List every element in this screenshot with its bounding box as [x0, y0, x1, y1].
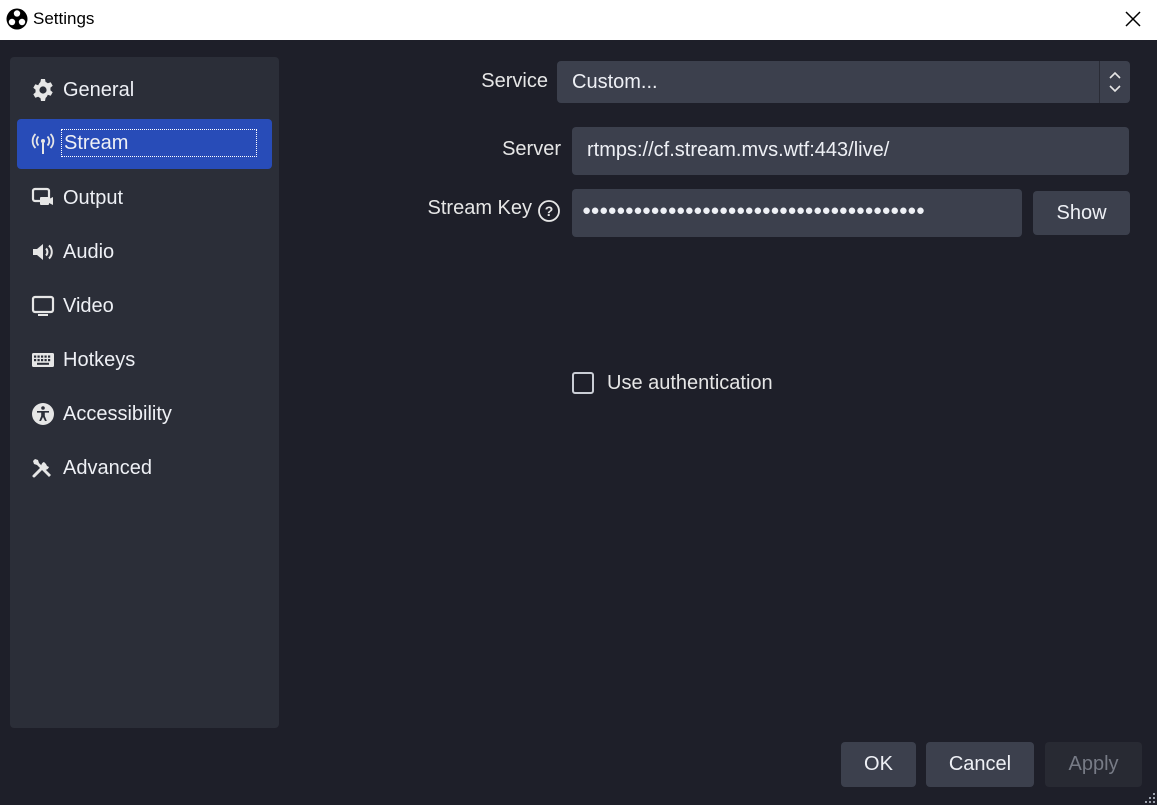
- sidebar-item-accessibility[interactable]: Accessibility: [17, 389, 272, 439]
- stream-key-label: Stream Key: [427, 197, 532, 219]
- sidebar-item-general[interactable]: General: [17, 65, 272, 115]
- server-value: rtmps://cf.stream.mvs.wtf:443/live/: [587, 139, 890, 161]
- service-value: Custom...: [572, 71, 658, 93]
- sidebar-item-label: General: [63, 79, 135, 101]
- close-icon[interactable]: [1119, 6, 1147, 32]
- title-bar: Settings: [0, 0, 1157, 40]
- server-input[interactable]: rtmps://cf.stream.mvs.wtf:443/live/: [572, 127, 1129, 175]
- sidebar-item-label: Video: [63, 295, 114, 317]
- sidebar-item-label: Advanced: [63, 457, 152, 479]
- sidebar-item-output[interactable]: Output: [17, 173, 272, 223]
- sidebar-item-label: Stream: [61, 129, 257, 157]
- gear-icon: [33, 79, 53, 101]
- service-label: Service: [481, 70, 548, 92]
- use-authentication-checkbox[interactable]: [572, 372, 594, 394]
- cancel-button[interactable]: Cancel: [926, 742, 1034, 787]
- monitor-icon: [31, 295, 55, 316]
- sidebar-item-label: Accessibility: [63, 403, 172, 425]
- stream-key-input[interactable]: ●●●●●●●●●●●●●●●●●●●●●●●●●●●●●●●●●●●●●●●●: [572, 189, 1022, 237]
- help-question-icon[interactable]: ?: [537, 199, 561, 223]
- updown-arrows-icon[interactable]: [1099, 61, 1130, 103]
- sidebar-item-label: Hotkeys: [63, 349, 136, 371]
- obs-logo-icon: [6, 8, 28, 30]
- window-title: Settings: [33, 9, 95, 28]
- broadcast-antenna-icon: [31, 133, 55, 154]
- apply-button[interactable]: Apply: [1045, 742, 1142, 787]
- output-monitor-camera-icon: [31, 187, 53, 205]
- sidebar-item-hotkeys[interactable]: Hotkeys: [17, 335, 272, 385]
- svg-text:?: ?: [545, 203, 554, 219]
- sidebar-item-label: Output: [63, 187, 124, 209]
- service-select[interactable]: Custom...: [557, 61, 1130, 103]
- tools-icon: [32, 459, 51, 478]
- ok-button[interactable]: OK: [841, 742, 916, 787]
- show-key-button[interactable]: Show: [1033, 191, 1130, 235]
- accessibility-icon: [32, 403, 54, 425]
- sidebar-item-advanced[interactable]: Advanced: [17, 443, 272, 493]
- speaker-icon: [33, 244, 53, 260]
- sidebar-item-label: Audio: [63, 241, 115, 263]
- resize-grip-icon[interactable]: [1145, 793, 1155, 803]
- sidebar-item-video[interactable]: Video: [17, 281, 272, 331]
- sidebar-item-audio[interactable]: Audio: [17, 227, 272, 277]
- settings-sidebar: General Stream Output Audio Video Hotkey…: [10, 57, 279, 728]
- server-label: Server: [502, 138, 561, 160]
- use-authentication-label: Use authentication: [607, 372, 773, 394]
- stream-key-value: ●●●●●●●●●●●●●●●●●●●●●●●●●●●●●●●●●●●●●●●●: [582, 202, 925, 219]
- keyboard-icon: [32, 353, 54, 367]
- sidebar-item-stream[interactable]: Stream: [17, 119, 272, 169]
